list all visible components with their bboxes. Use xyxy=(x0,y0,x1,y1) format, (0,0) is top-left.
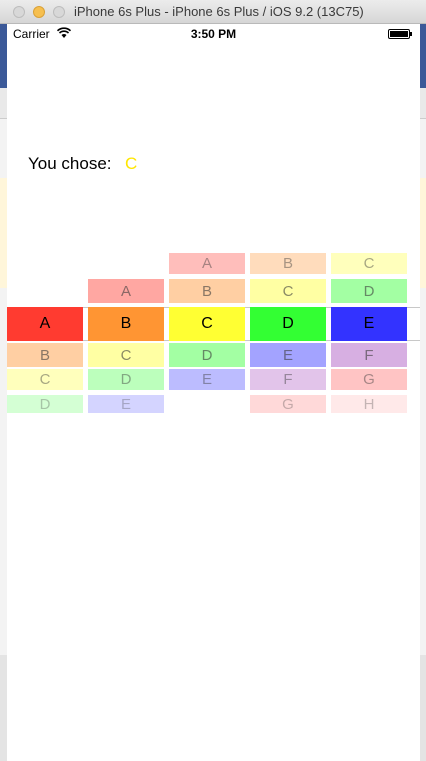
status-time: 3:50 PM xyxy=(190,27,237,41)
picker-column[interactable]: ABCDE xyxy=(88,234,164,414)
picker-item[interactable]: D xyxy=(250,307,326,341)
picker-item[interactable]: E xyxy=(331,307,407,341)
picker-item[interactable]: E xyxy=(88,395,164,413)
picker-item[interactable]: C xyxy=(88,343,164,367)
picker-item[interactable]: D xyxy=(88,369,164,390)
minimize-window-button[interactable] xyxy=(33,6,45,18)
picker-item[interactable]: F xyxy=(250,369,326,390)
picker-column[interactable]: ABCDEFG xyxy=(250,234,326,414)
window-title: iPhone 6s Plus - iPhone 6s Plus / iOS 9.… xyxy=(74,4,364,19)
picker-item[interactable]: A xyxy=(169,253,245,274)
picker-item[interactable]: C xyxy=(250,279,326,303)
chose-value: C xyxy=(125,154,138,173)
picker-item[interactable]: F xyxy=(331,343,407,367)
picker-item[interactable]: B xyxy=(7,343,83,367)
picker-item[interactable]: B xyxy=(169,279,245,303)
letter-picker[interactable]: ABCDABCDEABCDEABCDEFGBCDEFGH xyxy=(7,234,420,414)
picker-item[interactable]: D xyxy=(331,279,407,303)
simulator-titlebar: iPhone 6s Plus - iPhone 6s Plus / iOS 9.… xyxy=(0,0,426,24)
close-window-button[interactable] xyxy=(13,6,25,18)
picker-item[interactable]: B xyxy=(250,253,326,274)
status-bar: Carrier 3:50 PM xyxy=(7,24,420,44)
picker-item[interactable]: G xyxy=(250,395,326,413)
picker-item[interactable]: C xyxy=(331,253,407,274)
picker-item[interactable]: C xyxy=(169,307,245,341)
picker-item[interactable]: D xyxy=(7,395,83,413)
picker-item[interactable]: B xyxy=(88,307,164,341)
simulator-screen: Carrier 3:50 PM You chose: C ABCDABCDEAB… xyxy=(7,24,420,761)
picker-item[interactable]: C xyxy=(7,369,83,390)
picker-item[interactable]: A xyxy=(7,307,83,341)
picker-column[interactable]: ABCD xyxy=(7,234,83,414)
picker-item[interactable]: E xyxy=(250,343,326,367)
chose-label: You chose: xyxy=(28,154,112,173)
picker-item[interactable]: H xyxy=(331,395,407,413)
picker-item[interactable]: G xyxy=(331,369,407,390)
zoom-window-button[interactable] xyxy=(53,6,65,18)
picker-item[interactable]: D xyxy=(169,343,245,367)
picker-column[interactable]: ABCDE xyxy=(169,234,245,414)
picker-column[interactable]: BCDEFGH xyxy=(331,234,407,414)
picker-item[interactable]: E xyxy=(169,369,245,390)
battery-icon xyxy=(388,29,412,39)
picker-item[interactable]: A xyxy=(88,279,164,303)
